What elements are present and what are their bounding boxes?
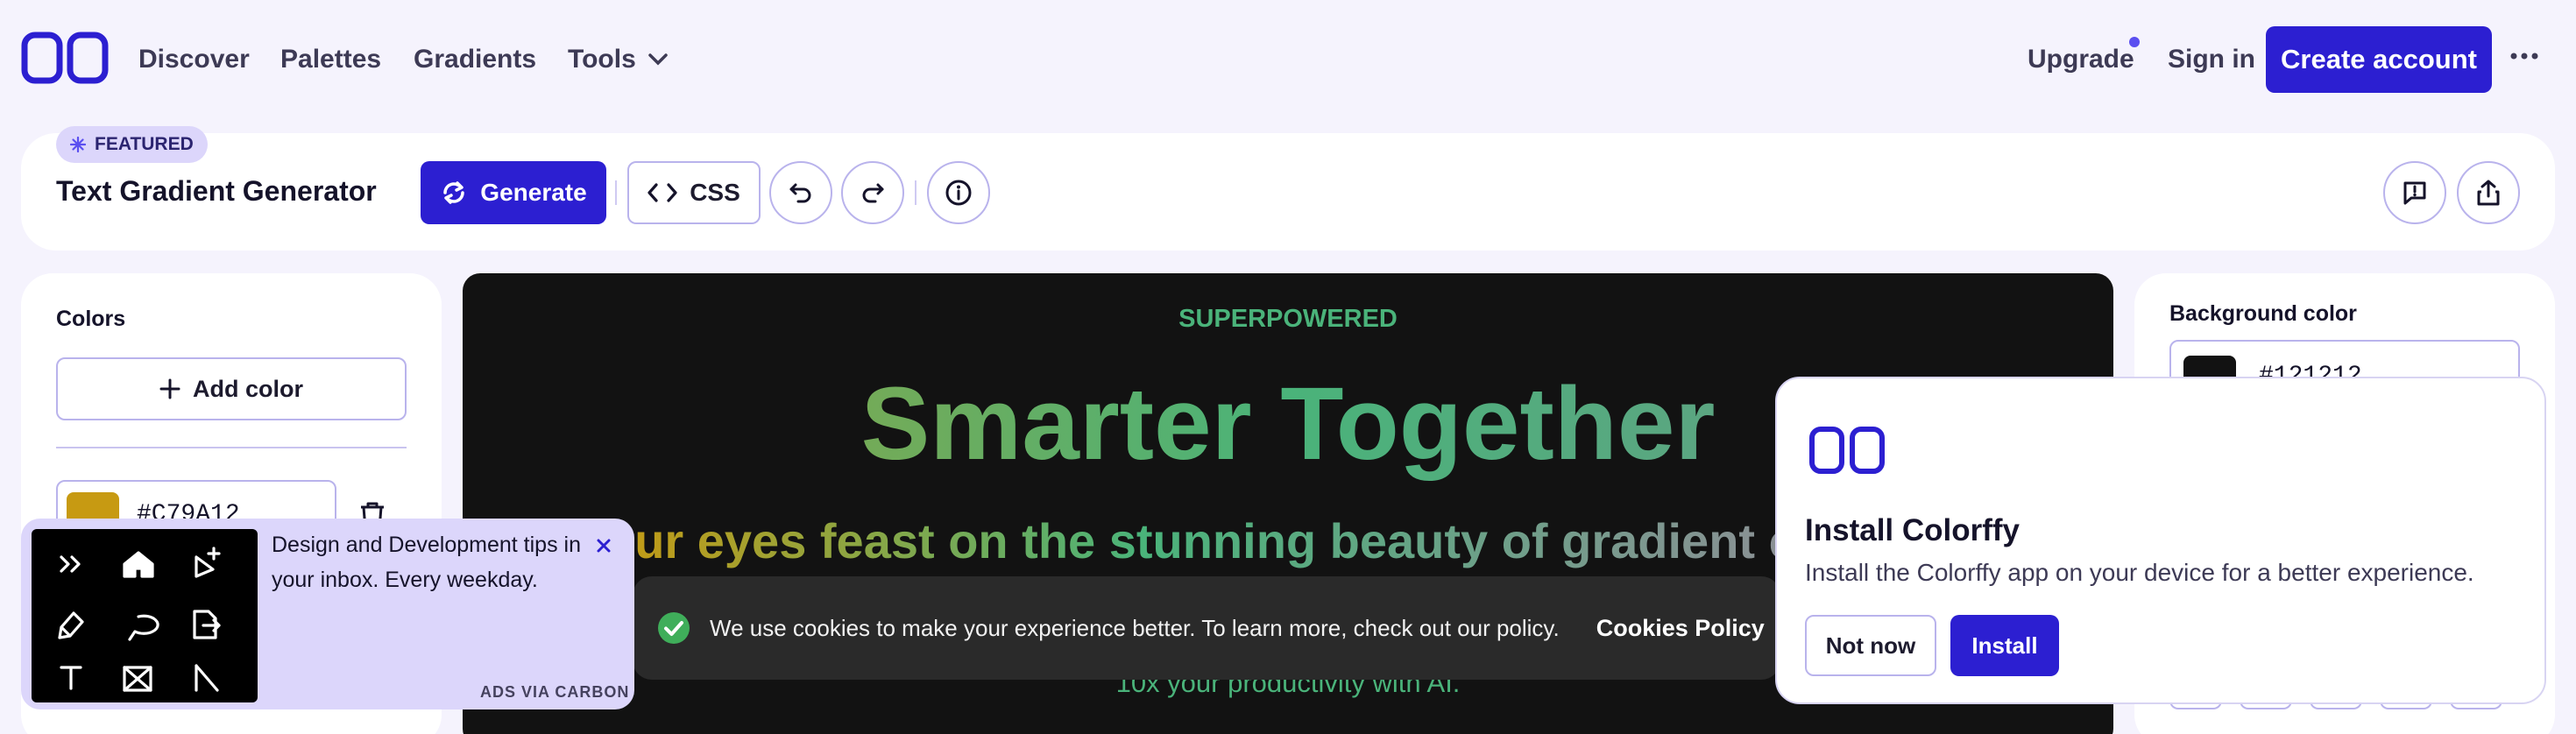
cookie-text: We use cookies to make your experience b… <box>710 614 1560 641</box>
ad-image[interactable] <box>32 529 258 702</box>
toolbar-divider <box>615 180 617 205</box>
feedback-button[interactable] <box>2383 161 2446 224</box>
background-color-label: Background color <box>2169 301 2357 326</box>
featured-badge: FEATURED <box>56 126 208 163</box>
nav-gradients[interactable]: Gradients <box>414 44 536 75</box>
install-description: Install the Colorffy app on your device … <box>1805 559 2474 586</box>
toolbar-divider <box>915 180 916 205</box>
create-account-button[interactable]: Create account <box>2266 26 2492 93</box>
ads-via-carbon[interactable]: ADS VIA CARBON <box>480 683 629 702</box>
cookies-policy-link[interactable]: Cookies Policy <box>1596 615 1765 642</box>
info-icon <box>945 180 972 206</box>
preview-subline: our eyes feast on the stunning beauty of… <box>605 513 1796 568</box>
redo-button[interactable] <box>841 161 904 224</box>
refresh-icon <box>443 181 465 204</box>
tool-toolbar <box>21 133 2555 251</box>
nav-discover[interactable]: Discover <box>138 44 250 75</box>
cookie-banner: We use cookies to make your experience b… <box>633 576 1780 680</box>
close-ad-icon[interactable] <box>596 538 612 554</box>
css-button[interactable]: CSS <box>627 161 761 224</box>
page-title: Text Gradient Generator <box>56 175 377 207</box>
install-title: Install Colorffy <box>1805 513 2020 547</box>
chevron-down-icon <box>648 53 668 66</box>
more-options-icon[interactable] <box>2509 51 2539 61</box>
colorffy-logo-icon[interactable] <box>21 32 109 84</box>
nav-tools[interactable]: Tools <box>568 44 636 75</box>
feedback-icon <box>2403 181 2426 205</box>
ad-text[interactable]: Design and Development tips in your inbo… <box>272 527 605 597</box>
nav-signin[interactable]: Sign in <box>2168 44 2255 75</box>
code-icon <box>648 183 677 202</box>
undo-button[interactable] <box>769 161 832 224</box>
nav-tools-menu[interactable]: Tools <box>568 44 668 75</box>
redo-icon <box>862 183 884 203</box>
not-now-button[interactable]: Not now <box>1805 615 1936 676</box>
share-button[interactable] <box>2457 161 2520 224</box>
generate-button[interactable]: Generate <box>421 161 606 224</box>
colorffy-app-icon <box>1808 426 1887 475</box>
css-label: CSS <box>690 179 740 206</box>
install-button[interactable]: Install <box>1950 615 2059 676</box>
upgrade-notification-dot <box>2129 37 2140 47</box>
nav-upgrade[interactable]: Upgrade <box>2028 44 2134 75</box>
nav-palettes[interactable]: Palettes <box>280 44 381 75</box>
generate-label: Generate <box>480 179 587 206</box>
share-icon <box>2477 180 2500 206</box>
undo-icon <box>789 183 811 203</box>
check-circle-icon <box>658 612 690 644</box>
featured-badge-label: FEATURED <box>95 134 194 154</box>
sparkle-icon <box>70 137 86 152</box>
info-button[interactable] <box>927 161 990 224</box>
